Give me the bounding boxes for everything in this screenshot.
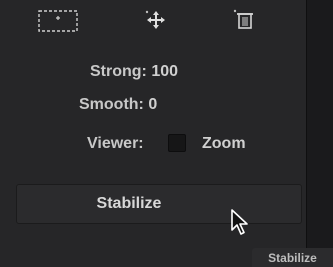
viewer-label: Viewer: (87, 135, 144, 152)
right-scroll-strip (306, 0, 333, 267)
tooltip-text: Stabilize (268, 250, 317, 265)
smooth-row: Smooth: 0 (79, 96, 157, 114)
zoom-checkbox[interactable] (168, 134, 186, 152)
crop-track-icon[interactable] (38, 10, 78, 34)
stabilize-button[interactable]: Stabilize (16, 184, 302, 224)
smooth-label: Smooth: (79, 96, 144, 113)
pan-move-icon[interactable] (142, 8, 170, 32)
stabilizer-panel: Strong: 100 Smooth: 0 Viewer: Zoom Stabi… (0, 0, 306, 267)
strong-value[interactable]: 100 (151, 63, 178, 80)
stabilize-button-label: Stabilize (96, 195, 162, 212)
tool-icon-row (0, 0, 306, 40)
stabilize-tooltip: Stabilize (252, 248, 333, 267)
delete-icon[interactable] (232, 8, 258, 32)
zoom-label: Zoom (202, 135, 246, 152)
strong-label: Strong: (90, 63, 147, 80)
mouse-cursor-icon (231, 209, 248, 235)
strong-row: Strong: 100 (90, 63, 178, 81)
zoom-label-wrap: Zoom (202, 135, 246, 153)
smooth-value[interactable]: 0 (148, 96, 157, 113)
viewer-row: Viewer: (87, 135, 144, 153)
